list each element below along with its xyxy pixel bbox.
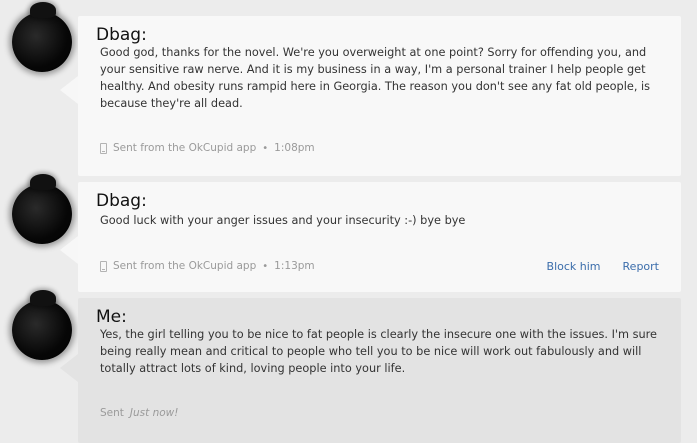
block-link[interactable]: Block him [547, 260, 601, 273]
bubble-tail [60, 76, 78, 104]
message-bubble: Dbag: Good god, thanks for the novel. We… [78, 16, 681, 176]
message-time: 1:13pm [274, 260, 315, 272]
message-actions: Block him Report [547, 260, 659, 273]
sent-label: Sent [100, 407, 124, 419]
message-item: Dbag: Good luck with your anger issues a… [0, 174, 697, 296]
avatar[interactable] [12, 2, 72, 72]
phone-icon [100, 260, 107, 272]
avatar-hair-detail [30, 290, 56, 306]
message-author: Dbag: [96, 25, 147, 45]
message-bubble-self: Me: Yes, the girl telling you to be nice… [78, 298, 681, 443]
message-time: Just now! [129, 407, 179, 419]
message-text: Yes, the girl telling you to be nice to … [100, 328, 658, 375]
message-bubble: Dbag: Good luck with your anger issues a… [78, 182, 681, 292]
avatar[interactable] [12, 290, 72, 360]
sent-from-label: Sent from the OkCupid app [113, 260, 257, 272]
bubble-tail [60, 236, 78, 264]
message-text: Good luck with your anger issues and you… [100, 214, 466, 227]
bubble-tail [60, 354, 78, 382]
message-text: Good god, thanks for the novel. We're yo… [100, 46, 651, 110]
message-author: Dbag: [96, 191, 147, 211]
avatar-hair-detail [30, 174, 56, 190]
message-time: 1:08pm [274, 142, 315, 154]
sent-from-label: Sent from the OkCupid app [113, 142, 257, 154]
message-item-self: Me: Yes, the girl telling you to be nice… [0, 290, 697, 443]
phone-icon [100, 142, 107, 154]
message-meta: Sent from the OkCupid app • 1:08pm [100, 142, 315, 154]
avatar[interactable] [12, 174, 72, 244]
message-meta: Sent from the OkCupid app • 1:13pm [100, 260, 315, 272]
meta-separator: • [262, 142, 269, 154]
meta-separator: • [262, 260, 269, 272]
report-link[interactable]: Report [623, 260, 659, 273]
message-meta: Sent Just now! [100, 407, 178, 419]
message-item: Dbag: Good god, thanks for the novel. We… [0, 0, 697, 178]
avatar-hair-detail [30, 2, 56, 18]
message-author: Me: [96, 307, 127, 327]
message-thread: Dbag: Good god, thanks for the novel. We… [0, 0, 697, 443]
